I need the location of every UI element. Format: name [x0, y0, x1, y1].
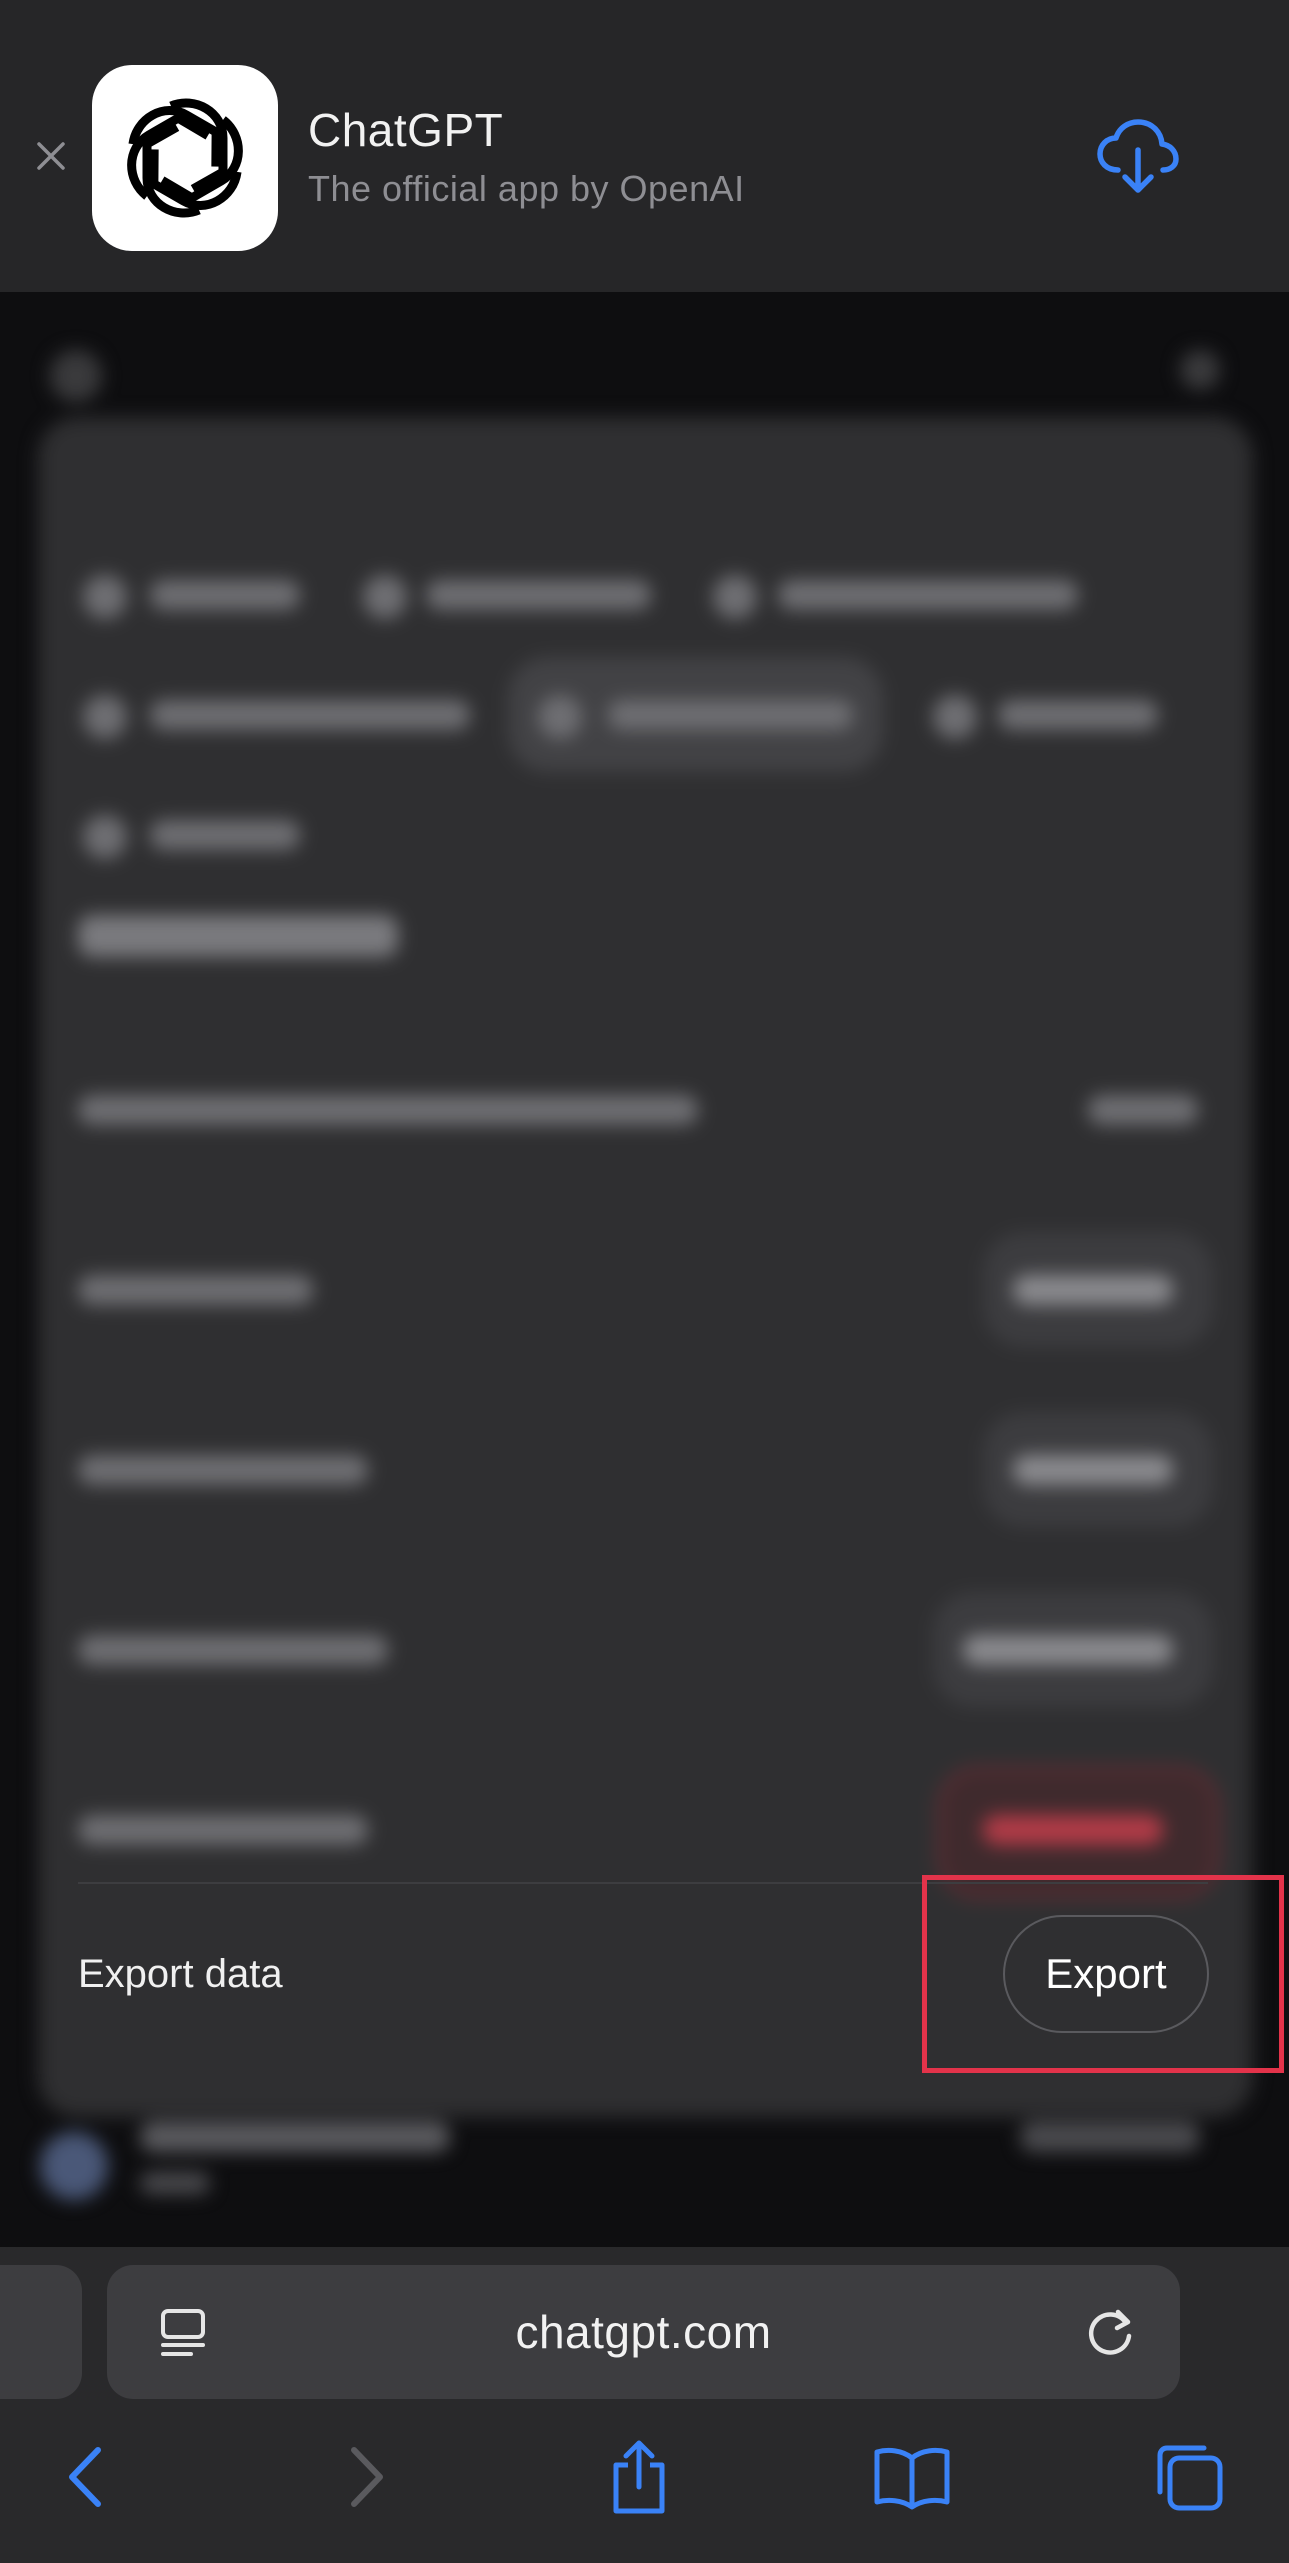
safari-toolbar: chatgpt.com [0, 2247, 1289, 2563]
reload-icon[interactable] [1082, 2303, 1140, 2361]
address-bar[interactable]: chatgpt.com [107, 2265, 1180, 2399]
smart-app-banner: ChatGPT The official app by OpenAI [0, 0, 1289, 292]
export-divider [78, 1882, 1208, 1884]
book-icon[interactable] [867, 2432, 957, 2522]
settings-modal [38, 417, 1253, 2117]
url-text[interactable]: chatgpt.com [107, 2305, 1180, 2359]
share-icon[interactable] [594, 2432, 684, 2522]
export-button[interactable]: Export [1003, 1915, 1209, 2033]
export-data-label: Export data [78, 1952, 283, 1996]
app-subtitle: The official app by OpenAI [308, 168, 745, 209]
previous-tab-peek[interactable] [0, 2265, 82, 2399]
app-name: ChatGPT [308, 104, 504, 156]
openai-logo-icon[interactable] [92, 65, 278, 251]
close-icon[interactable] [30, 135, 72, 177]
chevron-left-icon[interactable] [40, 2432, 130, 2522]
cloud-download-icon[interactable] [1088, 112, 1188, 202]
chevron-right-icon[interactable] [322, 2432, 412, 2522]
tabs-icon[interactable] [1144, 2432, 1234, 2522]
